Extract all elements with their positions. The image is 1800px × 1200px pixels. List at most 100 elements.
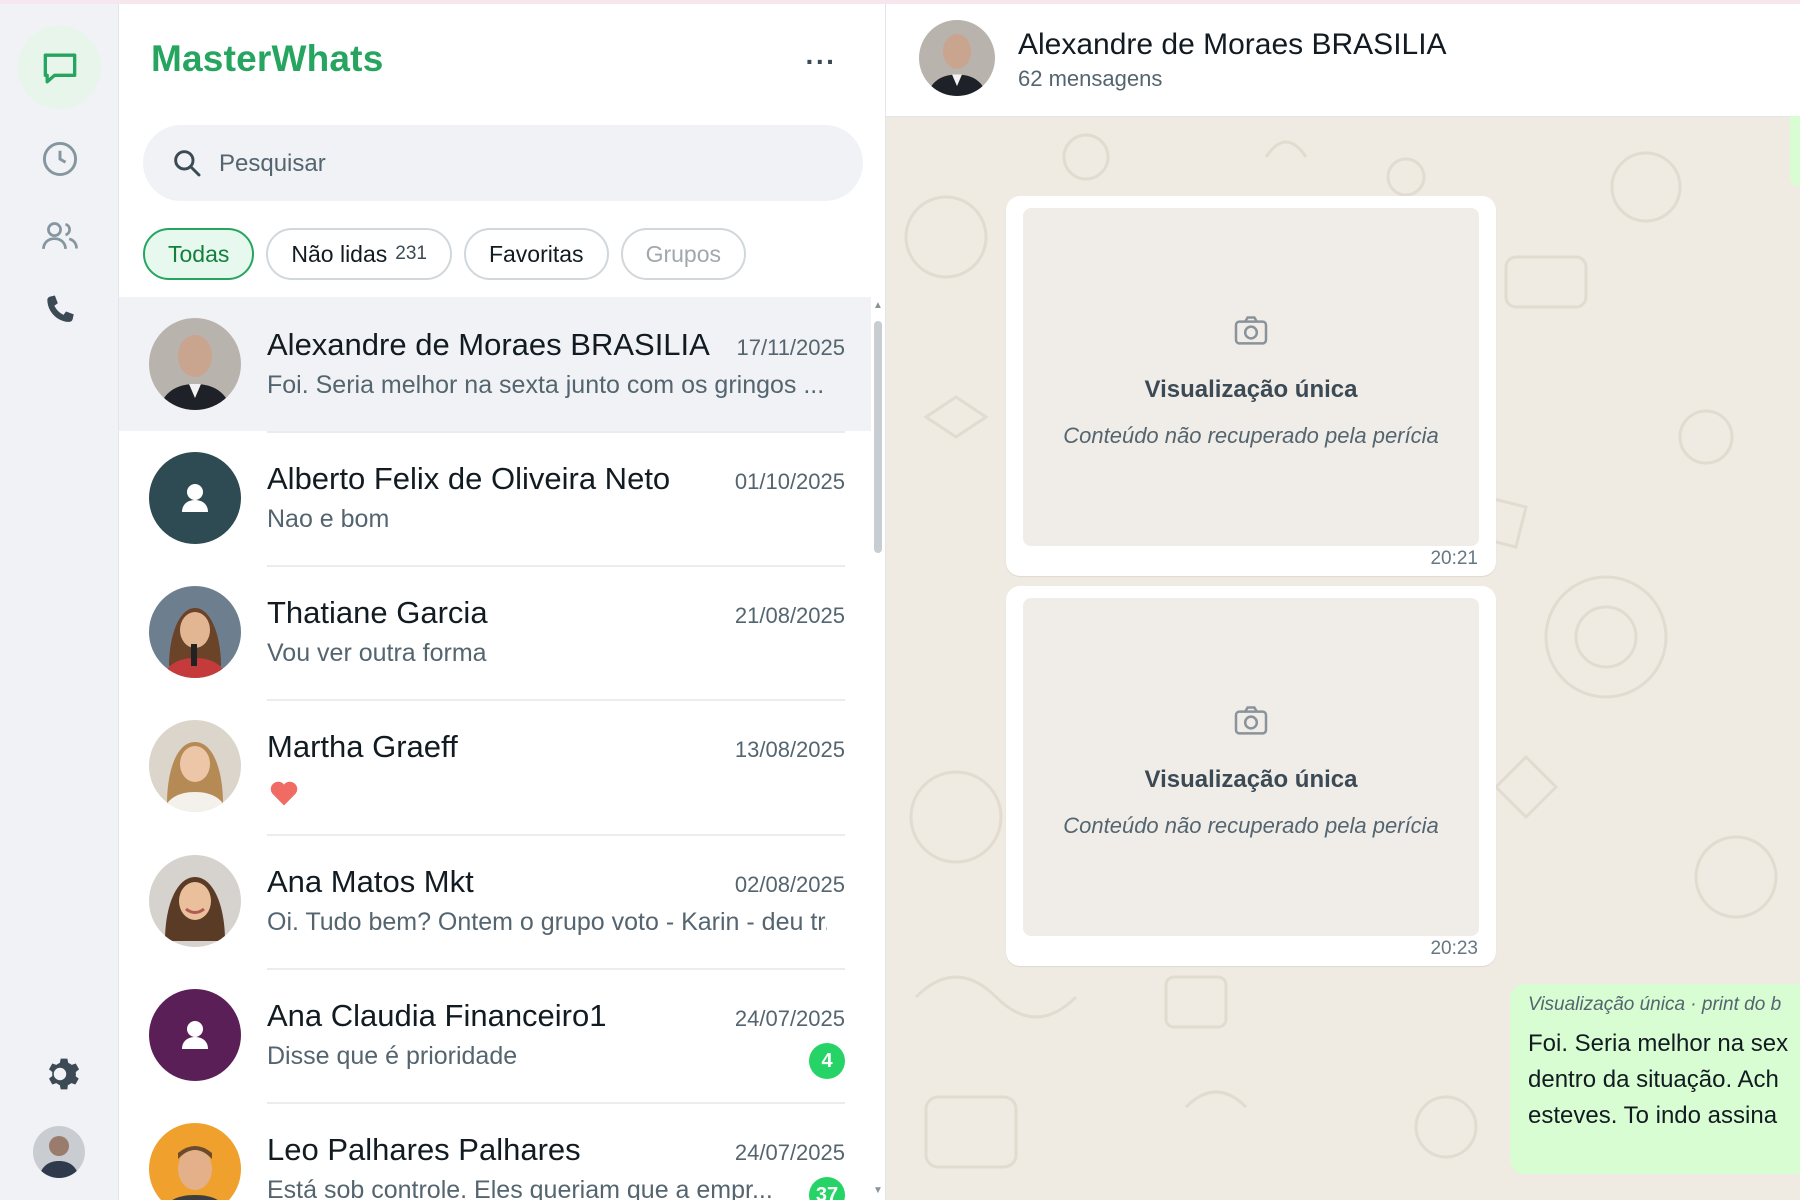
scroll-thumb[interactable] (874, 321, 882, 553)
contact-photo (149, 720, 241, 812)
filter-label: Todas (168, 240, 230, 267)
chat-list-panel: MasterWhats ··· Todas Não lidas 231 Favor… (119, 4, 886, 1200)
phone-icon (46, 295, 74, 322)
filter-nao-lidas[interactable]: Não lidas 231 (266, 228, 452, 280)
message-text: Foi. Seria melhor na sex dentro da situa… (1528, 1026, 1800, 1134)
message-meta: Visualização única · print do b (1528, 994, 1782, 1015)
unread-badge: 4 (809, 1043, 845, 1079)
view-once-note: Conteúdo não recuperado pela perícia (1063, 813, 1439, 838)
avatar (149, 855, 241, 947)
filter-count: 231 (395, 243, 427, 264)
outgoing-message[interactable]: Visualização única · print do b Foi. Ser… (1510, 984, 1800, 1174)
search-input[interactable] (217, 139, 821, 189)
filter-label: Grupos (645, 240, 721, 267)
chat-preview: Está sob controle. Eles queriam que a em… (267, 1176, 773, 1200)
view-once-message[interactable]: Visualização única Conteúdo não recupera… (1006, 196, 1496, 576)
avatar[interactable] (919, 20, 995, 96)
calls-nav-button[interactable] (18, 270, 101, 353)
media-placeholder: Visualização única Conteúdo não recupera… (1023, 208, 1479, 546)
chat-preview: Foi. Seria melhor na sexta junto com os … (267, 371, 825, 399)
camera-icon (1234, 706, 1268, 735)
contact-photo (149, 855, 241, 947)
chat-date: 17/11/2025 (736, 335, 845, 360)
search-icon (174, 150, 201, 177)
chat-row-thatiane[interactable]: Thatiane Garcia 21/08/2025 Vou ver outra… (119, 565, 871, 699)
divider (267, 834, 845, 836)
view-once-message[interactable]: Visualização única Conteúdo não recupera… (1006, 586, 1496, 966)
chat-row-ana-matos[interactable]: Ana Matos Mkt 02/08/2025 Oi. Tudo bem? O… (119, 834, 871, 968)
filter-label: Não lidas (291, 240, 388, 267)
chat-row-leo[interactable]: Leo Palhares Palhares 24/07/2025 Está so… (119, 1102, 871, 1200)
filter-chips: Todas Não lidas 231 Favoritas Grupos (143, 228, 746, 280)
settings-button[interactable] (18, 1032, 101, 1115)
view-once-note: Conteúdo não recuperado pela perícia (1063, 423, 1439, 448)
avatar (149, 720, 241, 812)
chat-row-alexandre[interactable]: Alexandre de Moraes BRASILIA 17/11/2025 … (119, 297, 871, 431)
default-person-icon (182, 484, 208, 512)
status-clock-icon (42, 141, 77, 176)
avatar (149, 452, 241, 544)
message-line: Foi. Seria melhor na sex (1528, 1030, 1789, 1057)
chat-name: Alberto Felix de Oliveira Neto (267, 461, 671, 496)
unread-badge: 37 (809, 1177, 845, 1200)
chat-preview: Oi. Tudo bem? Ontem o grupo voto - Karin… (267, 908, 827, 936)
contact-photo (919, 20, 995, 96)
chat-date: 21/08/2025 (734, 603, 845, 628)
chat-name: Ana Claudia Financeiro1 (267, 998, 607, 1033)
contacts-icon (41, 221, 78, 249)
avatar (149, 586, 241, 678)
divider (267, 565, 845, 567)
divider (267, 968, 845, 970)
conversation-header[interactable]: Alexandre de Moraes BRASILIA 62 mensagen… (886, 4, 1800, 117)
scroll-up-arrow-icon[interactable]: ▲ (873, 301, 883, 311)
chat-row-ana-claudia[interactable]: Ana Claudia Financeiro1 24/07/2025 Disse… (119, 968, 871, 1102)
filter-favoritas[interactable]: Favoritas (463, 228, 609, 280)
chat-name: Martha Graeff (267, 729, 458, 764)
message-time: 20:23 (1430, 938, 1478, 959)
message-line: dentro da situação. Ach (1528, 1066, 1779, 1093)
contact-photo (149, 586, 241, 678)
chat-name: Thatiane Garcia (267, 595, 488, 630)
chat-name: Leo Palhares Palhares (267, 1132, 581, 1167)
chat-name: Ana Matos Mkt (267, 864, 474, 899)
profile-avatar[interactable] (33, 1126, 85, 1178)
filter-todas[interactable]: Todas (143, 228, 255, 280)
view-once-title: Visualização única (1144, 766, 1358, 793)
chat-preview: Vou ver outra forma (267, 639, 487, 667)
chat-date: 24/07/2025 (734, 1140, 845, 1165)
chat-date: 01/10/2025 (734, 469, 845, 494)
chat-list-scrollbar[interactable]: ▲ ▼ (871, 297, 885, 1200)
chat-date: 02/08/2025 (734, 872, 845, 897)
conversation-title: Alexandre de Moraes BRASILIA (1018, 28, 1447, 61)
view-once-title: Visualização única (1144, 376, 1358, 403)
chats-nav-button[interactable] (18, 26, 101, 109)
divider (267, 431, 845, 433)
chat-preview: Disse que é prioridade (267, 1042, 518, 1070)
scroll-down-arrow-icon[interactable]: ▼ (873, 1186, 883, 1196)
status-nav-button[interactable] (18, 117, 101, 200)
contact-photo (149, 318, 241, 410)
divider (267, 699, 845, 701)
search-bar (143, 125, 863, 201)
message-time: 20:21 (1430, 548, 1478, 569)
avatar (149, 318, 241, 410)
more-options-button[interactable]: ··· (799, 44, 843, 80)
filter-grupos[interactable]: Grupos (620, 228, 746, 280)
camera-icon (1234, 316, 1268, 345)
chat-row-alberto[interactable]: Alberto Felix de Oliveira Neto 01/10/202… (119, 431, 871, 565)
heart-emoji-icon (270, 781, 298, 806)
chat-row-martha[interactable]: Martha Graeff 13/08/2025 (119, 699, 871, 833)
contact-photo (149, 1123, 241, 1200)
chat-bubble-icon (43, 53, 76, 83)
message-count: 62 mensagens (1018, 66, 1163, 91)
app-brand: MasterWhats (151, 38, 384, 79)
default-person-icon (182, 1021, 208, 1049)
conversation-panel: Alexandre de Moraes BRASILIA 62 mensagen… (886, 4, 1800, 1200)
avatar (149, 1123, 241, 1200)
filter-label: Favoritas (488, 240, 584, 267)
gear-icon (48, 1058, 79, 1089)
chat-preview: Nao e bom (267, 505, 390, 533)
contacts-nav-button[interactable] (18, 194, 101, 277)
chat-date: 13/08/2025 (734, 737, 845, 762)
chat-list: Alexandre de Moraes BRASILIA 17/11/2025 … (119, 297, 871, 1200)
